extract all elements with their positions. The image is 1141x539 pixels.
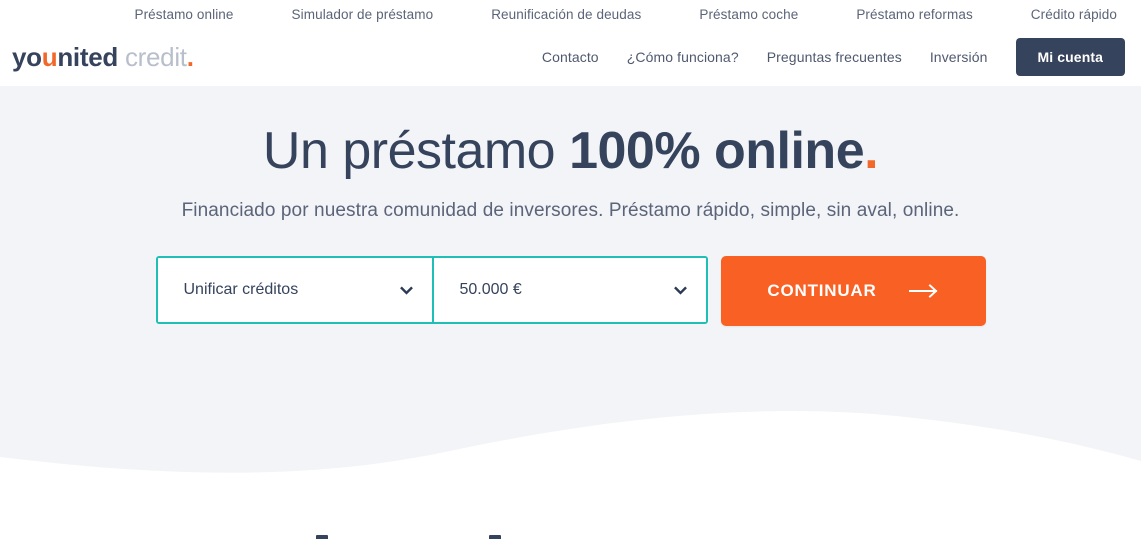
hero-title-bold: 100% online — [569, 122, 865, 180]
loan-purpose-value: Unificar créditos — [183, 281, 299, 299]
logo-dot: . — [186, 41, 194, 72]
nav-link-como-funciona[interactable]: ¿Cómo funciona? — [627, 49, 739, 65]
page-title: Un préstamo 100% online. — [0, 121, 1141, 182]
topbar-link-credito-rapido[interactable]: Crédito rápido — [1031, 7, 1117, 22]
continue-button-label: CONTINUAR — [767, 281, 877, 301]
below-fold-glyph — [316, 535, 328, 539]
logo-text-credit: credit — [124, 41, 187, 72]
chevron-down-icon — [399, 286, 413, 295]
below-fold-row — [0, 530, 1141, 539]
loan-amount-value: 50.000 € — [459, 281, 522, 299]
logo-text-u: u — [41, 41, 58, 72]
chevron-down-icon — [673, 286, 687, 295]
topbar-link-prestamo-online[interactable]: Préstamo online — [134, 7, 233, 22]
loan-purpose-select[interactable]: Unificar créditos — [157, 258, 432, 323]
page-root: Préstamo online Simulador de préstamo Re… — [0, 0, 1141, 539]
topbar-link-prestamo-reformas[interactable]: Préstamo reformas — [856, 7, 972, 22]
site-header: yo u nited credit. Contacto ¿Cómo funciona… — [0, 28, 1141, 86]
loan-amount-select[interactable]: 50.000 € — [431, 258, 706, 323]
continue-button[interactable]: CONTINUAR — [720, 256, 986, 327]
my-account-button[interactable]: Mi cuenta — [1015, 38, 1125, 76]
nav-link-inversion[interactable]: Inversión — [930, 49, 988, 65]
hero-content: Un préstamo 100% online. Financiado por … — [0, 86, 1141, 327]
hero-title-dot: . — [864, 122, 879, 180]
logo-text-nited: nited — [57, 41, 118, 72]
hero-subtitle: Financiado por nuestra comunidad de inve… — [181, 200, 960, 222]
hero-title-light: Un préstamo — [262, 122, 570, 180]
arrow-right-icon — [908, 284, 938, 299]
nav-link-preguntas-frecuentes[interactable]: Preguntas frecuentes — [767, 49, 902, 65]
wave-divider-icon — [0, 411, 1141, 539]
below-fold-glyph — [489, 535, 501, 539]
below-fold-peek — [0, 530, 1141, 539]
logo[interactable]: yo u nited credit. — [12, 42, 194, 73]
main-navigation: Contacto ¿Cómo funciona? Preguntas frecu… — [542, 38, 1125, 76]
loan-simulator-form: Unificar créditos 50.000 € CONTINUAR — [0, 256, 1141, 327]
nav-link-contacto[interactable]: Contacto — [542, 49, 599, 65]
topbar-link-reunificacion-de-deudas[interactable]: Reunificación de deudas — [491, 7, 641, 22]
topbar-link-prestamo-coche[interactable]: Préstamo coche — [699, 7, 798, 22]
hero-section: Un préstamo 100% online. Financiado por … — [0, 86, 1141, 539]
top-utility-bar: Préstamo online Simulador de préstamo Re… — [0, 0, 1141, 28]
topbar-link-simulador-de-prestamo[interactable]: Simulador de préstamo — [292, 7, 434, 22]
logo-text-yo: yo — [12, 41, 42, 72]
loan-select-group: Unificar créditos 50.000 € — [155, 256, 708, 325]
